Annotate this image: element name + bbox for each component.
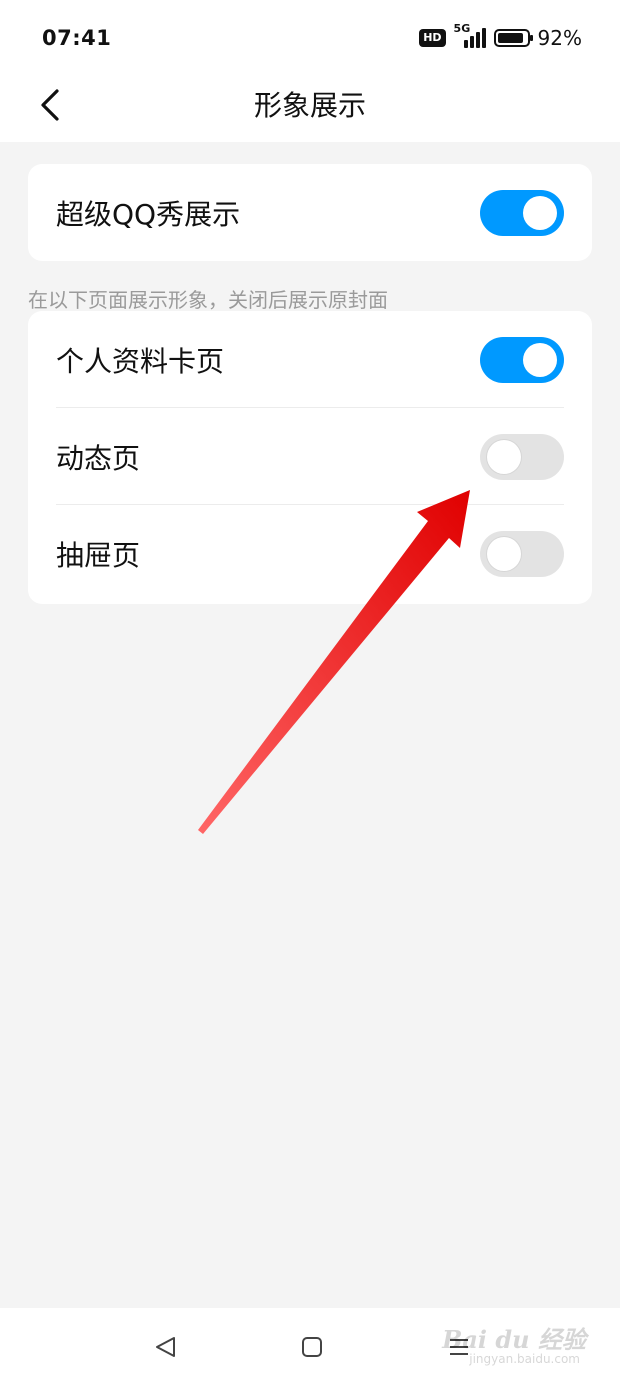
drawer-page-toggle[interactable]: [480, 531, 564, 577]
page-settings-card: 个人资料卡页 动态页 抽屉页: [28, 311, 592, 604]
setting-row-feed: 动态页: [28, 408, 592, 505]
setting-row-profile-card: 个人资料卡页: [28, 311, 592, 408]
app-screen: 07:41 HD 5G 92% 形象展示 超级QQ秀展示 在以下页面展示形象，关…: [0, 0, 620, 1386]
toggle-knob: [487, 440, 521, 474]
system-nav-bar: Bai du 经验 jingyan.baidu.com: [0, 1308, 620, 1386]
square-home-icon: [302, 1337, 322, 1357]
setting-row-drawer: 抽屉页: [28, 505, 592, 602]
page-title: 形象展示: [253, 89, 366, 122]
setting-label: 超级QQ秀展示: [56, 197, 241, 231]
setting-label: 个人资料卡页: [56, 344, 225, 378]
hd-voice-icon: HD: [419, 29, 446, 47]
watermark-url: jingyan.baidu.com: [469, 1352, 580, 1366]
status-icons: HD 5G 92%: [419, 22, 582, 52]
toggle-knob: [523, 343, 557, 377]
battery-percent: 92%: [537, 26, 582, 50]
watermark-logo: Bai du 经验: [442, 1325, 586, 1354]
battery-level: [497, 33, 524, 43]
qq-show-toggle[interactable]: [480, 190, 564, 236]
toggle-knob: [523, 196, 557, 230]
main-setting-card: 超级QQ秀展示: [28, 164, 592, 261]
system-back-button[interactable]: [148, 1330, 182, 1364]
toggle-knob: [487, 537, 521, 571]
feed-page-toggle[interactable]: [480, 434, 564, 480]
profile-card-toggle[interactable]: [480, 337, 564, 383]
setting-label: 抽屉页: [56, 538, 141, 572]
section-note: 在以下页面展示形象，关闭后展示原封面: [28, 288, 388, 312]
signal-icon: 5G: [454, 22, 486, 50]
top-nav-bar: 形象展示: [0, 76, 620, 142]
status-time: 07:41: [42, 26, 112, 50]
battery-icon: [493, 29, 533, 47]
setting-row-qq-show: 超级QQ秀展示: [28, 164, 592, 261]
system-home-button[interactable]: [295, 1330, 329, 1364]
triangle-back-icon: [156, 1337, 175, 1357]
status-bar: 07:41 HD 5G 92%: [0, 0, 620, 76]
setting-label: 动态页: [56, 441, 141, 475]
